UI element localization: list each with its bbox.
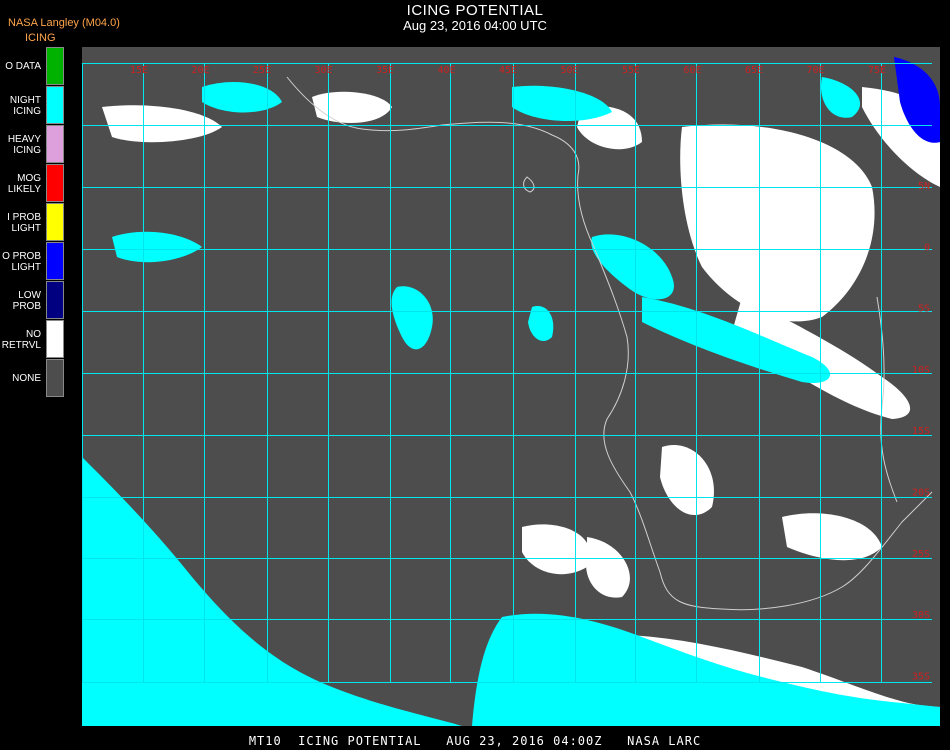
- legend-label: LOW PROB: [12, 289, 41, 312]
- legend-swatch: [46, 359, 64, 397]
- legend-item-lo-prob-light: O PROB LIGHT: [0, 242, 66, 281]
- latitude-label: 10S: [912, 365, 930, 376]
- legend-label: O PROB LIGHT: [2, 250, 41, 273]
- latitude-label: 5N: [918, 181, 930, 192]
- longitude-label: 25E: [253, 65, 271, 76]
- longitude-labels: 15E 20E 25E 30E 35E 40E 45E 50E 55E 60E 65E 70E 75E: [130, 65, 886, 76]
- longitude-label: 35E: [376, 65, 394, 76]
- latitude-label: 35S: [912, 671, 930, 682]
- legend-swatch: [46, 86, 64, 124]
- legend-swatch: [46, 320, 64, 358]
- legend-swatch: [46, 242, 64, 280]
- legend-label: NONE: [12, 373, 41, 384]
- map-canvas: 15E 20E 25E 30E 35E 40E 45E 50E 55E 60E 65E 70E 75E …: [82, 57, 940, 726]
- longitude-label: 65E: [745, 65, 763, 76]
- legend-item-low-prob: LOW PROB: [0, 281, 66, 320]
- valid-time: Aug 23, 2016 04:00 UTC: [403, 18, 547, 33]
- legend-swatch: [46, 125, 64, 163]
- longitude-label: 40E: [438, 65, 456, 76]
- latitude-label: 0: [924, 242, 930, 253]
- legend-swatch: [46, 203, 64, 241]
- legend-swatch: [46, 164, 64, 202]
- legend-label: I PROB LIGHT: [7, 211, 41, 234]
- latitude-label: 20S: [912, 488, 930, 499]
- longitude-label: 45E: [499, 65, 517, 76]
- legend-item-mog-likely: MOG LIKELY: [0, 164, 66, 203]
- longitude-label: 20E: [192, 65, 210, 76]
- legend-label: O DATA: [5, 61, 41, 72]
- longitude-label: 50E: [561, 65, 579, 76]
- legend-swatch: [46, 281, 64, 319]
- longitude-label: 15E: [130, 65, 148, 76]
- longitude-label: 30E: [315, 65, 333, 76]
- legend-label: MOG LIKELY: [7, 172, 41, 195]
- legend-item-heavy-icing: HEAVY ICING: [0, 125, 66, 164]
- longitude-label: 75E: [868, 65, 886, 76]
- legend-swatch: [46, 47, 64, 85]
- latitude-labels: 5N05S10S15S20S25S30S35S40S: [912, 181, 930, 682]
- legend-item-no-data: O DATA: [0, 47, 66, 86]
- latitude-label: 5S: [918, 304, 930, 315]
- color-legend: O DATA NIGHT ICING HEAVY ICING MOG LIKELY I…: [0, 47, 66, 400]
- latitude-label: 25S: [912, 549, 930, 560]
- longitude-label: 55E: [622, 65, 640, 76]
- footer-caption: MT10 ICING POTENTIAL AUG 23, 2016 04:00Z…: [248, 734, 702, 748]
- longitude-label: 70E: [807, 65, 825, 76]
- product-label: ICING: [25, 32, 56, 44]
- icing-map: 15E 20E 25E 30E 35E 40E 45E 50E 55E 60E 65E 70E 75E …: [82, 47, 940, 726]
- legend-item-hi-prob-light: I PROB LIGHT: [0, 203, 66, 242]
- latitude-label: 15S: [912, 426, 930, 437]
- legend-label: NIGHT ICING: [9, 94, 41, 117]
- legend-label: HEAVY ICING: [7, 133, 41, 156]
- legend-item-night-icing: NIGHT ICING: [0, 86, 66, 125]
- page-title: ICING POTENTIAL: [406, 2, 544, 19]
- legend-item-no-retrieval: NO RETRVL: [0, 320, 66, 359]
- legend-label: NO RETRVL: [1, 328, 41, 351]
- legend-item-none: NONE: [0, 359, 66, 398]
- latitude-label: 30S: [912, 610, 930, 621]
- longitude-label: 60E: [684, 65, 702, 76]
